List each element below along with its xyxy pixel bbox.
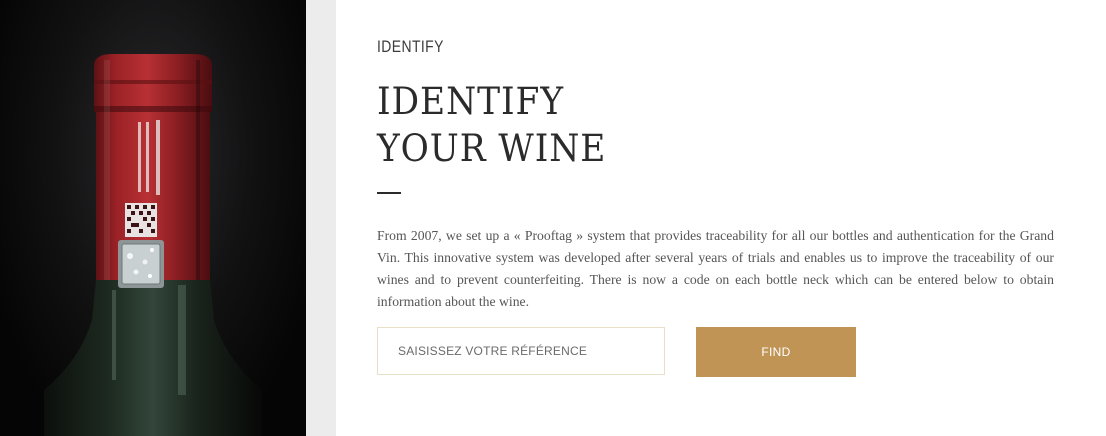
section-eyebrow: IDENTIFY bbox=[377, 37, 444, 56]
reference-input[interactable] bbox=[377, 327, 665, 375]
title-divider bbox=[377, 192, 401, 194]
title-line-2: YOUR WINE bbox=[377, 127, 607, 170]
find-button[interactable]: FIND bbox=[696, 327, 856, 377]
wine-bottle-photo bbox=[0, 0, 306, 436]
section-title: IDENTIFY YOUR WINE bbox=[377, 78, 606, 172]
separator-strip bbox=[306, 0, 336, 436]
identify-section: IDENTIFY IDENTIFY YOUR WINE From 2007, w… bbox=[377, 0, 1057, 436]
title-line-1: IDENTIFY bbox=[377, 80, 564, 123]
prooftag-seal bbox=[118, 240, 164, 288]
bottle-neck-illustration bbox=[44, 54, 262, 436]
section-description: From 2007, we set up a « Prooftag » syst… bbox=[377, 228, 1054, 309]
datamatrix-code bbox=[125, 203, 157, 237]
